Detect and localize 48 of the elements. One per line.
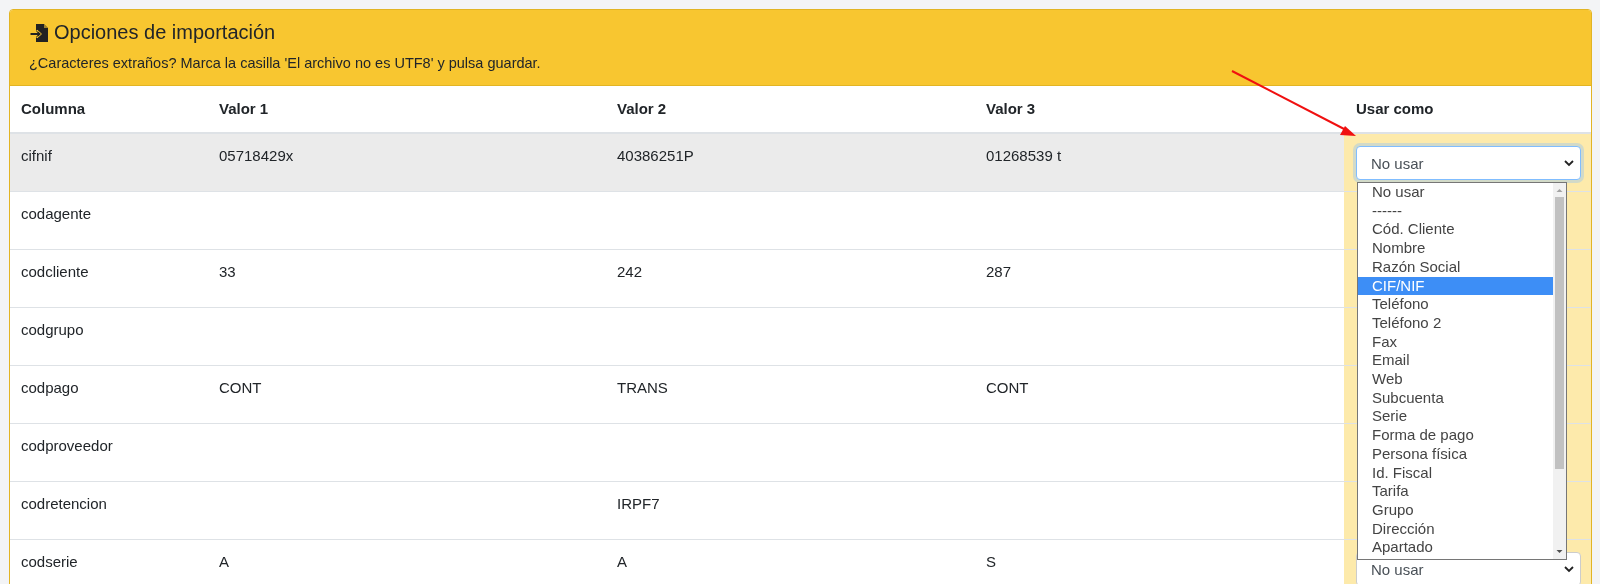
- table-cell: cifnif: [10, 133, 208, 192]
- table-cell: IRPF7: [606, 481, 975, 540]
- hint-text: ¿Caracteres extraños? Marca la casilla 'El archivo no es UTF8' y pulsa guardar.: [29, 55, 542, 71]
- dropdown-option[interactable]: Id. Fiscal: [1358, 463, 1553, 483]
- dropdown-option[interactable]: ------: [1358, 201, 1553, 221]
- table-cell: 242: [606, 249, 975, 308]
- table-cell: codretencion: [10, 481, 208, 540]
- table-cell: codcliente: [10, 249, 208, 308]
- column-header: Valor 3: [986, 100, 1036, 117]
- dropdown-option[interactable]: Persona física: [1358, 444, 1553, 464]
- table-cell: A: [606, 539, 975, 584]
- column-header: Columna: [21, 100, 86, 117]
- chevron-icon: [1564, 159, 1574, 167]
- dropdown-option[interactable]: Tarifa: [1358, 482, 1553, 501]
- dropdown-option[interactable]: Web: [1358, 370, 1553, 389]
- dropdown-option[interactable]: No usar: [1358, 183, 1553, 202]
- table-cell: TRANS: [606, 365, 975, 424]
- chevron-icon: [1564, 565, 1574, 573]
- table-cell: 33: [208, 249, 606, 308]
- table-cell: 01268539 t: [975, 133, 1344, 192]
- dropdown-option[interactable]: Cód. Cliente: [1358, 220, 1553, 240]
- dropdown-option[interactable]: Teléfono: [1358, 295, 1553, 314]
- dropdown-option[interactable]: Serie: [1358, 407, 1553, 427]
- column-header: Valor 1: [219, 100, 269, 117]
- dropdown-option[interactable]: Subcuenta: [1358, 388, 1553, 408]
- table-cell: 40386251P: [606, 133, 975, 192]
- dropdown-option[interactable]: Grupo: [1358, 500, 1553, 520]
- dropdown-option[interactable]: Nombre: [1358, 239, 1553, 258]
- dropdown-option[interactable]: Teléfono 2: [1358, 313, 1553, 333]
- table-cell: A: [208, 539, 606, 584]
- table-cell: CONT: [208, 365, 606, 424]
- table-cell: codpago: [10, 365, 208, 424]
- table-cell: codgrupo: [10, 307, 208, 366]
- dropdown-option[interactable]: Dirección: [1358, 519, 1553, 539]
- dropdown-option[interactable]: Fax: [1358, 332, 1553, 352]
- column-header: Valor 2: [617, 100, 667, 117]
- dropdown-option[interactable]: Razón Social: [1358, 257, 1553, 277]
- dropdown-option[interactable]: Forma de pago: [1358, 426, 1553, 445]
- table-cell: codserie: [10, 539, 208, 584]
- scrollbar[interactable]: [1553, 183, 1566, 559]
- dropdown-option[interactable]: Email: [1358, 351, 1553, 371]
- column-header: Usar como: [1356, 100, 1434, 117]
- card-title: Opciones de importación: [54, 21, 276, 44]
- file-import-icon: [29, 22, 49, 43]
- table-cell: 05718429x: [208, 133, 606, 192]
- table-cell: codagente: [10, 191, 208, 250]
- table-cell: codproveedor: [10, 423, 208, 482]
- dropdown-select[interactable]: No usar: [1356, 146, 1581, 180]
